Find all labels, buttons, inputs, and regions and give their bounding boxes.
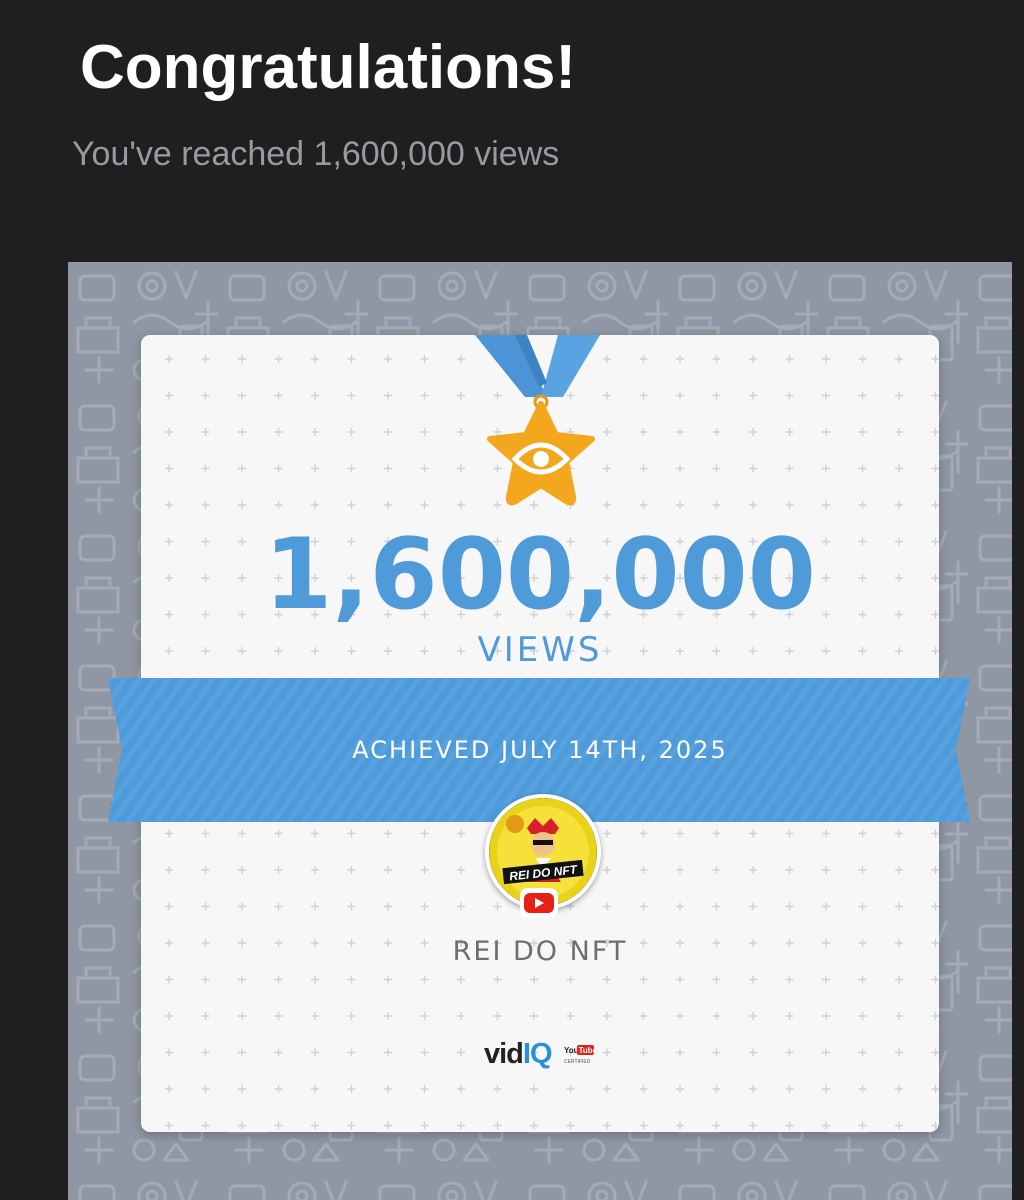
- youtube-icon: [520, 888, 558, 918]
- cert-you: You: [564, 1046, 579, 1055]
- eye-star-medal-icon: [475, 335, 600, 506]
- cert-tube: Tube: [579, 1046, 598, 1055]
- achieved-date: ACHIEVED JULY 14TH, 2025: [352, 736, 728, 764]
- youtube-certified-icon: You Tube CERTIFIED: [564, 1045, 598, 1065]
- vidiq-wordmark: vidIQ: [484, 1036, 553, 1072]
- cert-certified: CERTIFIED: [564, 1059, 591, 1065]
- page-subtitle: You've reached 1,600,000 views: [72, 135, 560, 173]
- page-title: Congratulations!: [80, 33, 576, 102]
- milestone-unit-label: VIEWS: [477, 630, 603, 670]
- vidiq-iq-text: IQ: [522, 1038, 553, 1070]
- milestone-count: 1,600,000: [264, 518, 816, 632]
- channel-name: REI DO NFT: [452, 936, 628, 967]
- vidiq-vid-text: vid: [484, 1038, 524, 1070]
